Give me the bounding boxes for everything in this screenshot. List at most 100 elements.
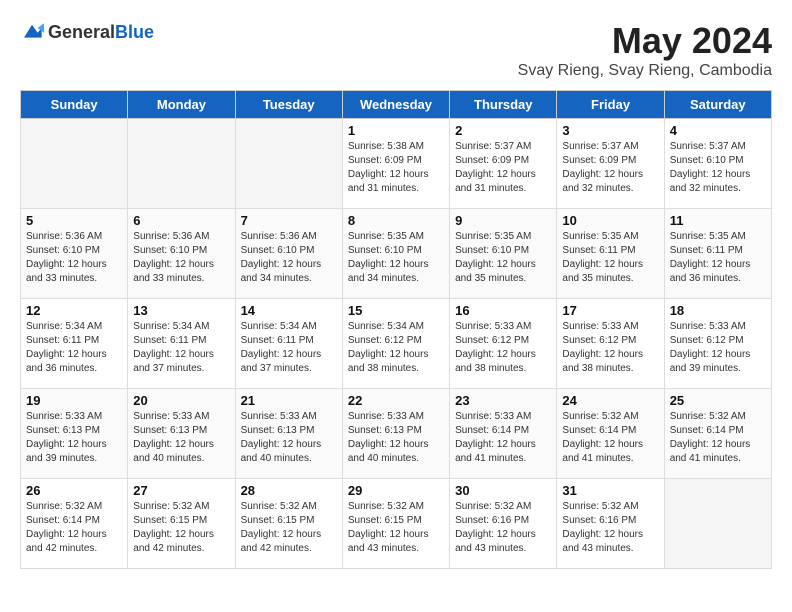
day-info: Sunrise: 5:37 AM Sunset: 6:10 PM Dayligh… <box>670 140 766 196</box>
header: GeneralBlue May 2024 Svay Rieng, Svay Ri… <box>20 20 772 80</box>
calendar-cell <box>128 119 235 209</box>
day-info: Sunrise: 5:32 AM Sunset: 6:15 PM Dayligh… <box>241 500 337 556</box>
day-info: Sunrise: 5:36 AM Sunset: 6:10 PM Dayligh… <box>133 230 229 286</box>
day-info: Sunrise: 5:38 AM Sunset: 6:09 PM Dayligh… <box>348 140 444 196</box>
day-info: Sunrise: 5:35 AM Sunset: 6:11 PM Dayligh… <box>562 230 658 286</box>
day-number: 4 <box>670 123 766 138</box>
day-number: 27 <box>133 483 229 498</box>
calendar-cell <box>664 479 771 569</box>
day-number: 30 <box>455 483 551 498</box>
day-info: Sunrise: 5:32 AM Sunset: 6:14 PM Dayligh… <box>670 410 766 466</box>
calendar-cell: 10 Sunrise: 5:35 AM Sunset: 6:11 PM Dayli… <box>557 209 664 299</box>
day-info: Sunrise: 5:32 AM Sunset: 6:14 PM Dayligh… <box>562 410 658 466</box>
day-info: Sunrise: 5:36 AM Sunset: 6:10 PM Dayligh… <box>26 230 122 286</box>
day-info: Sunrise: 5:33 AM Sunset: 6:13 PM Dayligh… <box>26 410 122 466</box>
day-info: Sunrise: 5:33 AM Sunset: 6:13 PM Dayligh… <box>241 410 337 466</box>
day-number: 28 <box>241 483 337 498</box>
day-info: Sunrise: 5:32 AM Sunset: 6:15 PM Dayligh… <box>133 500 229 556</box>
calendar-cell: 19 Sunrise: 5:33 AM Sunset: 6:13 PM Dayli… <box>21 389 128 479</box>
calendar-cell: 20 Sunrise: 5:33 AM Sunset: 6:13 PM Dayli… <box>128 389 235 479</box>
day-number: 25 <box>670 393 766 408</box>
calendar-cell: 14Sunrise: 5:34 AM Sunset: 6:11 PM Dayli… <box>235 299 342 389</box>
calendar-cell: 16Sunrise: 5:33 AM Sunset: 6:12 PM Dayli… <box>450 299 557 389</box>
day-header-saturday: Saturday <box>664 91 771 119</box>
calendar-cell: 7 Sunrise: 5:36 AM Sunset: 6:10 PM Daylig… <box>235 209 342 299</box>
calendar-cell: 9 Sunrise: 5:35 AM Sunset: 6:10 PM Daylig… <box>450 209 557 299</box>
calendar-cell <box>235 119 342 209</box>
location-subtitle: Svay Rieng, Svay Rieng, Cambodia <box>518 62 772 80</box>
day-number: 11 <box>670 213 766 228</box>
day-info: Sunrise: 5:32 AM Sunset: 6:15 PM Dayligh… <box>348 500 444 556</box>
day-number: 31 <box>562 483 658 498</box>
calendar-cell: 31 Sunrise: 5:32 AM Sunset: 6:16 PM Dayli… <box>557 479 664 569</box>
day-header-friday: Friday <box>557 91 664 119</box>
calendar-cell <box>21 119 128 209</box>
day-info: Sunrise: 5:33 AM Sunset: 6:12 PM Dayligh… <box>562 320 658 376</box>
calendar-cell: 21 Sunrise: 5:33 AM Sunset: 6:13 PM Dayli… <box>235 389 342 479</box>
calendar-cell: 3 Sunrise: 5:37 AM Sunset: 6:09 PM Daylig… <box>557 119 664 209</box>
day-number: 15 <box>348 303 444 318</box>
month-title: May 2024 <box>518 20 772 62</box>
day-number: 22 <box>348 393 444 408</box>
day-info: Sunrise: 5:37 AM Sunset: 6:09 PM Dayligh… <box>562 140 658 196</box>
day-number: 7 <box>241 213 337 228</box>
calendar-cell: 12 Sunrise: 5:34 AM Sunset: 6:11 PM Dayli… <box>21 299 128 389</box>
day-number: 3 <box>562 123 658 138</box>
calendar-cell: 26Sunrise: 5:32 AM Sunset: 6:14 PM Dayli… <box>21 479 128 569</box>
calendar-cell: 29 Sunrise: 5:32 AM Sunset: 6:15 PM Dayli… <box>342 479 449 569</box>
calendar-cell: 6 Sunrise: 5:36 AM Sunset: 6:10 PM Daylig… <box>128 209 235 299</box>
day-number: 2 <box>455 123 551 138</box>
day-number: 10 <box>562 213 658 228</box>
calendar-cell: 2 Sunrise: 5:37 AM Sunset: 6:09 PM Daylig… <box>450 119 557 209</box>
day-header-sunday: Sunday <box>21 91 128 119</box>
day-info: Sunrise: 5:32 AM Sunset: 6:14 PM Dayligh… <box>26 500 122 556</box>
day-number: 5 <box>26 213 122 228</box>
calendar-cell: 28 Sunrise: 5:32 AM Sunset: 6:15 PM Dayli… <box>235 479 342 569</box>
calendar-cell: 13Sunrise: 5:34 AM Sunset: 6:11 PM Dayli… <box>128 299 235 389</box>
day-number: 21 <box>241 393 337 408</box>
calendar-cell: 11 Sunrise: 5:35 AM Sunset: 6:11 PM Dayli… <box>664 209 771 299</box>
day-number: 6 <box>133 213 229 228</box>
day-header-monday: Monday <box>128 91 235 119</box>
calendar-cell: 25 Sunrise: 5:32 AM Sunset: 6:14 PM Dayli… <box>664 389 771 479</box>
day-info: Sunrise: 5:36 AM Sunset: 6:10 PM Dayligh… <box>241 230 337 286</box>
day-number: 9 <box>455 213 551 228</box>
day-number: 12 <box>26 303 122 318</box>
calendar-cell: 27 Sunrise: 5:32 AM Sunset: 6:15 PM Dayli… <box>128 479 235 569</box>
day-header-tuesday: Tuesday <box>235 91 342 119</box>
day-info: Sunrise: 5:37 AM Sunset: 6:09 PM Dayligh… <box>455 140 551 196</box>
day-info: Sunrise: 5:32 AM Sunset: 6:16 PM Dayligh… <box>562 500 658 556</box>
calendar-cell: 22 Sunrise: 5:33 AM Sunset: 6:13 PM Dayli… <box>342 389 449 479</box>
day-info: Sunrise: 5:33 AM Sunset: 6:14 PM Dayligh… <box>455 410 551 466</box>
calendar-table: SundayMondayTuesdayWednesdayThursdayFrid… <box>20 90 772 569</box>
calendar-cell: 30 Sunrise: 5:32 AM Sunset: 6:16 PM Dayli… <box>450 479 557 569</box>
day-info: Sunrise: 5:34 AM Sunset: 6:11 PM Dayligh… <box>26 320 122 376</box>
day-number: 23 <box>455 393 551 408</box>
calendar-cell: 23 Sunrise: 5:33 AM Sunset: 6:14 PM Dayli… <box>450 389 557 479</box>
day-info: Sunrise: 5:33 AM Sunset: 6:13 PM Dayligh… <box>348 410 444 466</box>
day-number: 16 <box>455 303 551 318</box>
day-number: 17 <box>562 303 658 318</box>
day-number: 1 <box>348 123 444 138</box>
day-info: Sunrise: 5:32 AM Sunset: 6:16 PM Dayligh… <box>455 500 551 556</box>
day-info: Sunrise: 5:35 AM Sunset: 6:11 PM Dayligh… <box>670 230 766 286</box>
day-info: Sunrise: 5:35 AM Sunset: 6:10 PM Dayligh… <box>455 230 551 286</box>
calendar-cell: 17 Sunrise: 5:33 AM Sunset: 6:12 PM Dayli… <box>557 299 664 389</box>
day-number: 8 <box>348 213 444 228</box>
day-info: Sunrise: 5:34 AM Sunset: 6:11 PM Dayligh… <box>133 320 229 376</box>
day-header-thursday: Thursday <box>450 91 557 119</box>
day-number: 29 <box>348 483 444 498</box>
day-number: 19 <box>26 393 122 408</box>
calendar-cell: 5 Sunrise: 5:36 AM Sunset: 6:10 PM Daylig… <box>21 209 128 299</box>
day-info: Sunrise: 5:33 AM Sunset: 6:13 PM Dayligh… <box>133 410 229 466</box>
title-area: May 2024 Svay Rieng, Svay Rieng, Cambodi… <box>518 20 772 80</box>
calendar-cell: 4 Sunrise: 5:37 AM Sunset: 6:10 PM Daylig… <box>664 119 771 209</box>
day-info: Sunrise: 5:33 AM Sunset: 6:12 PM Dayligh… <box>670 320 766 376</box>
day-header-wednesday: Wednesday <box>342 91 449 119</box>
day-number: 18 <box>670 303 766 318</box>
calendar-cell: 18 Sunrise: 5:33 AM Sunset: 6:12 PM Dayli… <box>664 299 771 389</box>
day-number: 24 <box>562 393 658 408</box>
calendar-cell: 24 Sunrise: 5:32 AM Sunset: 6:14 PM Dayli… <box>557 389 664 479</box>
day-number: 20 <box>133 393 229 408</box>
calendar-cell: 15Sunrise: 5:34 AM Sunset: 6:12 PM Dayli… <box>342 299 449 389</box>
